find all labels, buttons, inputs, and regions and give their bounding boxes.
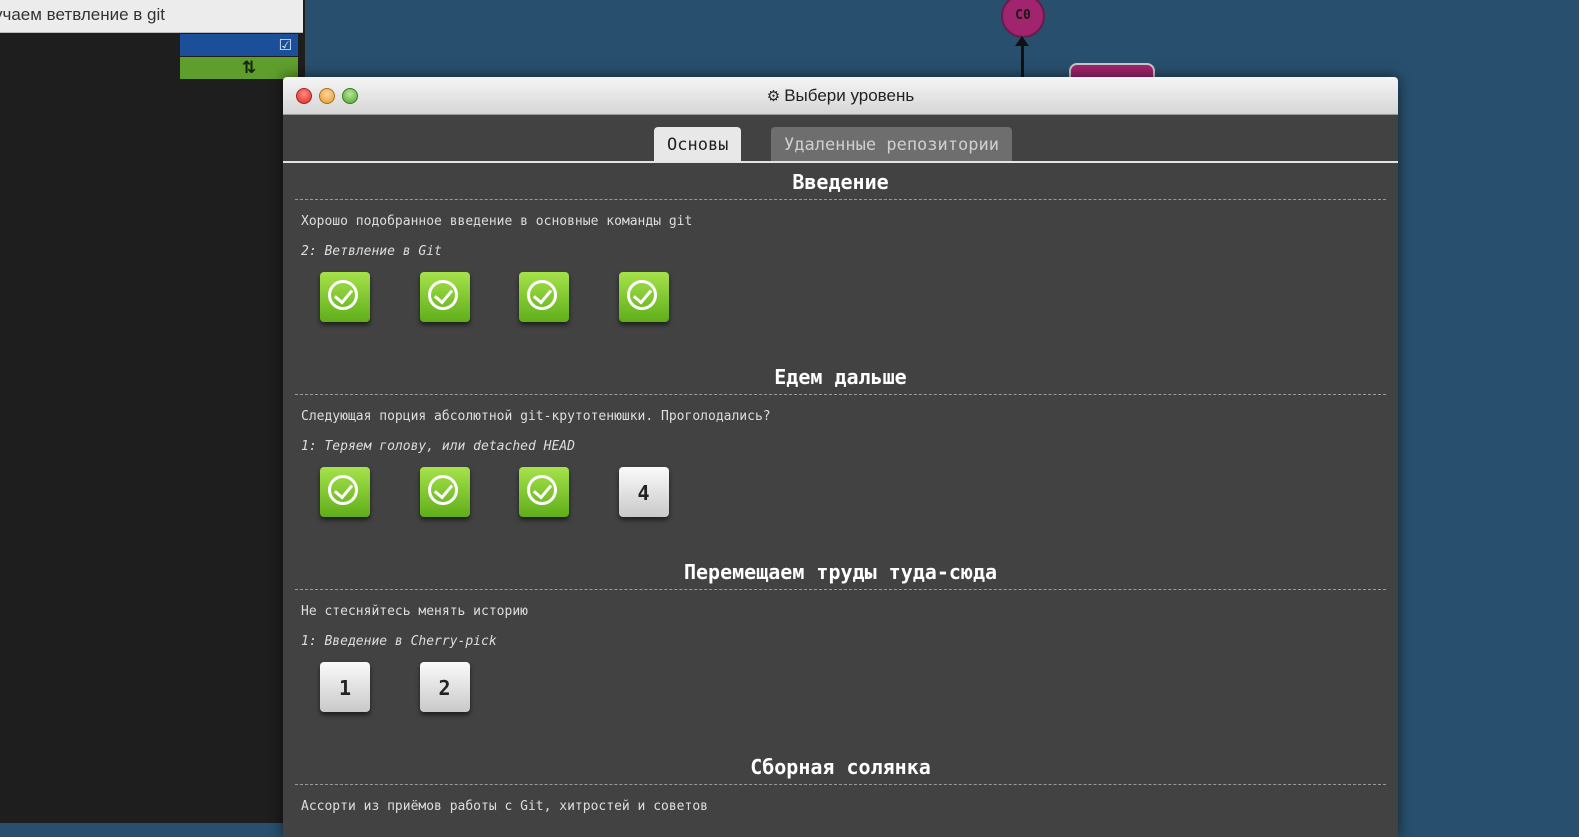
level-button[interactable] bbox=[419, 467, 470, 517]
level-sections: Введение Хорошо подобранное введение в ос… bbox=[283, 163, 1398, 825]
checkmark-icon bbox=[527, 475, 557, 505]
level-title: учаем ветвление в git bbox=[0, 5, 165, 24]
level-button[interactable] bbox=[519, 467, 569, 517]
section-description: Ассорти из приёмов работы с Git, хитрост… bbox=[301, 799, 708, 814]
checkbox-icon: ☑ bbox=[278, 36, 292, 54]
section-title: Перемещаем труды туда-сюда bbox=[683, 560, 998, 584]
checkmark-icon bbox=[328, 475, 358, 505]
checkmark-icon bbox=[527, 280, 557, 310]
checkmark-icon bbox=[626, 280, 657, 310]
level-button[interactable] bbox=[519, 272, 569, 322]
level-button[interactable] bbox=[320, 272, 370, 322]
objective-button[interactable]: ☑ bbox=[180, 34, 298, 56]
level-button[interactable] bbox=[618, 272, 669, 322]
level-button[interactable]: 4 bbox=[618, 467, 669, 517]
checkmark-icon bbox=[427, 475, 458, 505]
level-button-row bbox=[295, 264, 1386, 358]
level-button[interactable] bbox=[320, 467, 370, 517]
section-moving-work: Перемещаем труды туда-сюда Не стесняйтесь… bbox=[283, 553, 1398, 748]
level-button[interactable]: 2 bbox=[419, 662, 470, 712]
level-button-row: 12 bbox=[295, 654, 1386, 748]
section-current-level: 2: Ветвление в Git bbox=[301, 244, 442, 259]
section-title: Едем дальше bbox=[774, 365, 907, 389]
commit-node: C0 bbox=[1001, 0, 1045, 38]
graph-edge bbox=[1021, 44, 1024, 78]
section-current-level: 1: Введение в Cherry-pick bbox=[301, 634, 497, 649]
section-mixed-bag: Сборная солянка Ассорти из приёмов работы… bbox=[283, 748, 1398, 825]
section-intro: Введение Хорошо подобранное введение в ос… bbox=[283, 163, 1398, 358]
minimize-window-button[interactable] bbox=[319, 88, 335, 104]
level-button-row: 4 bbox=[295, 459, 1386, 553]
section-title: Сборная солянка bbox=[750, 755, 931, 779]
tab-basics[interactable]: Основы bbox=[654, 127, 742, 161]
close-window-button[interactable] bbox=[296, 88, 312, 104]
checkmark-icon bbox=[427, 280, 458, 310]
dialog-title: Выбери уровень bbox=[784, 86, 915, 105]
section-title: Введение bbox=[792, 170, 889, 194]
section-current-level: 1: Теряем голову, или detached HEAD bbox=[301, 439, 575, 454]
tab-bar: Основы Удаленные репозитории bbox=[283, 115, 1398, 163]
tab-remote-repositories[interactable]: Удаленные репозитории bbox=[771, 127, 1012, 161]
section-description: Следующая порция абсолютной git-крутотен… bbox=[301, 409, 771, 424]
level-title-bar: учаем ветвление в git bbox=[0, 0, 303, 33]
reset-button[interactable]: ⇅ bbox=[180, 57, 298, 79]
gear-icon: ⚙ bbox=[766, 87, 781, 105]
maximize-window-button[interactable] bbox=[342, 88, 358, 104]
level-sidebar: учаем ветвление в git ☑ ⇅ bbox=[0, 0, 305, 823]
checkmark-icon bbox=[328, 280, 358, 310]
level-select-dialog: ⚙ Выбери уровень Основы Удаленные репозит… bbox=[283, 77, 1398, 837]
level-button[interactable]: 1 bbox=[320, 662, 370, 712]
swap-arrows-icon: ⇅ bbox=[242, 58, 257, 78]
section-description: Хорошо подобранное введение в основные к… bbox=[301, 214, 693, 229]
dialog-titlebar: ⚙ Выбери уровень bbox=[283, 77, 1398, 115]
level-button[interactable] bbox=[419, 272, 470, 322]
section-moving-on: Едем дальше Следующая порция абсолютной g… bbox=[283, 358, 1398, 553]
section-description: Не стесняйтесь менять историю bbox=[301, 604, 528, 619]
